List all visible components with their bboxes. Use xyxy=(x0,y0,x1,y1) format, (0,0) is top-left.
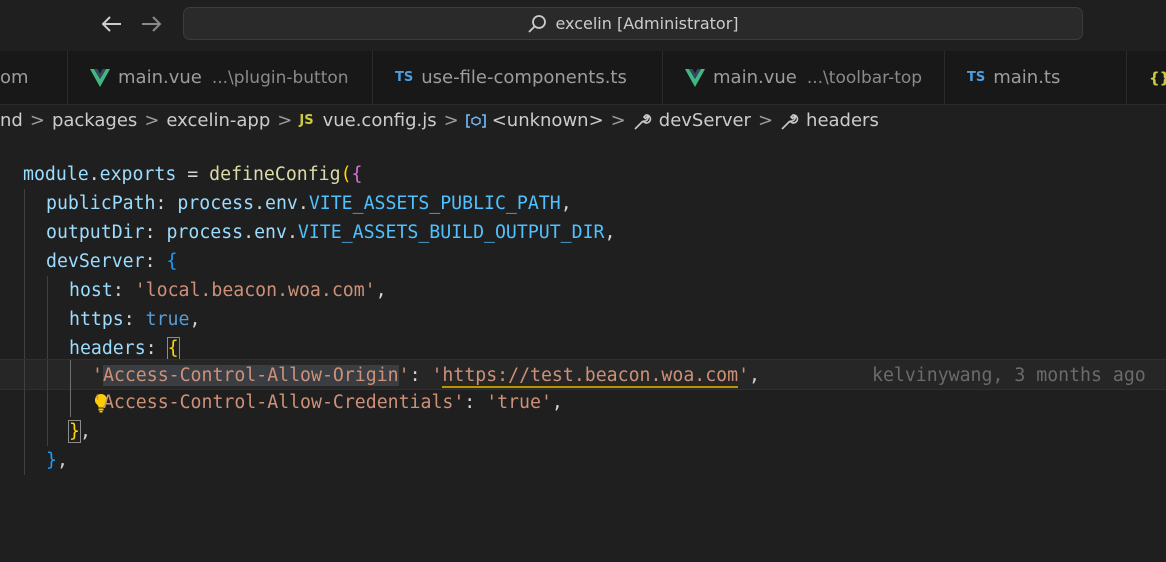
tab-main-vue-toolbar-top[interactable]: main.vue ...\toolbar-top xyxy=(663,51,945,104)
breadcrumb-item-symbol[interactable]: headers xyxy=(780,110,879,131)
tab-label: use-file-components.ts xyxy=(421,67,627,88)
tab-label: main.ts xyxy=(993,67,1061,88)
breadcrumb: nd > packages > excelin-app > JS vue.con… xyxy=(0,104,1166,137)
code-line: devServer: { xyxy=(0,247,1166,276)
breadcrumb-item-symbol[interactable]: devServer xyxy=(633,110,751,131)
title-bar: excelin [Administrator] xyxy=(0,0,1166,51)
breadcrumb-separator: > xyxy=(610,110,626,131)
tab-use-file-components-ts[interactable]: TS use-file-components.ts xyxy=(373,51,663,104)
search-icon xyxy=(527,14,547,34)
back-arrow-icon[interactable] xyxy=(98,10,126,38)
breadcrumb-item[interactable]: packages xyxy=(52,110,137,131)
tab-label: main.vue xyxy=(713,67,797,88)
vue-icon xyxy=(90,68,110,87)
json-icon: {} xyxy=(1149,68,1166,87)
command-center-search[interactable]: excelin [Administrator] xyxy=(183,7,1083,40)
tab-json-partial[interactable]: {} xyxy=(1127,51,1166,104)
current-code-line: 'Access-Control-Allow-Origin': 'https://… xyxy=(0,359,1166,413)
breadcrumb-separator: > xyxy=(29,110,45,131)
git-blame-annotation: kelvinywang, 3 months ago xyxy=(872,365,1146,386)
tab-label: main.vue xyxy=(118,67,202,88)
breadcrumb-item[interactable]: excelin-app xyxy=(166,110,270,131)
breadcrumb-item-file[interactable]: JS vue.config.js xyxy=(299,110,436,131)
breadcrumb-separator: > xyxy=(443,110,459,131)
code-editor[interactable]: module.exports = defineConfig({ publicPa… xyxy=(0,158,1166,479)
code-line: 'Access-Control-Allow-Credentials': 'tru… xyxy=(0,388,1166,417)
vue-icon xyxy=(685,68,705,87)
tab-partial[interactable]: om xyxy=(0,51,68,104)
tab-description: ...\plugin-button xyxy=(211,67,349,88)
forward-arrow-icon[interactable] xyxy=(137,10,165,38)
code-line: }, xyxy=(0,446,1166,475)
code-line: publicPath: process.env.VITE_ASSETS_PUBL… xyxy=(0,189,1166,218)
code-line: host: 'local.beacon.woa.com', xyxy=(0,276,1166,305)
breadcrumb-item-symbol[interactable]: <unknown> xyxy=(465,110,604,131)
javascript-icon: JS xyxy=(299,113,314,128)
command-center-label: excelin [Administrator] xyxy=(555,14,739,33)
variable-icon xyxy=(465,113,486,129)
breadcrumb-separator: > xyxy=(277,110,293,131)
wrench-icon xyxy=(633,111,653,131)
breadcrumb-separator: > xyxy=(757,110,774,131)
tab-main-vue-plugin-button[interactable]: main.vue ...\plugin-button xyxy=(68,51,373,104)
breadcrumb-separator: > xyxy=(144,110,160,131)
typescript-icon: TS xyxy=(967,70,986,85)
wrench-icon xyxy=(780,111,800,131)
code-line: module.exports = defineConfig({ xyxy=(23,164,363,185)
code-line: https: true, xyxy=(0,305,1166,334)
code-line: outputDir: process.env.VITE_ASSETS_BUILD… xyxy=(0,218,1166,247)
typescript-icon: TS xyxy=(395,70,414,85)
tab-description: ...\toolbar-top xyxy=(806,67,923,88)
breadcrumb-item[interactable]: nd xyxy=(0,110,23,131)
code-line: }, xyxy=(0,417,1166,446)
tab-label: om xyxy=(0,67,29,88)
tab-main-ts[interactable]: TS main.ts xyxy=(945,51,1127,104)
editor-tabs: om main.vue ...\plugin-button TS use-fil… xyxy=(0,51,1166,105)
